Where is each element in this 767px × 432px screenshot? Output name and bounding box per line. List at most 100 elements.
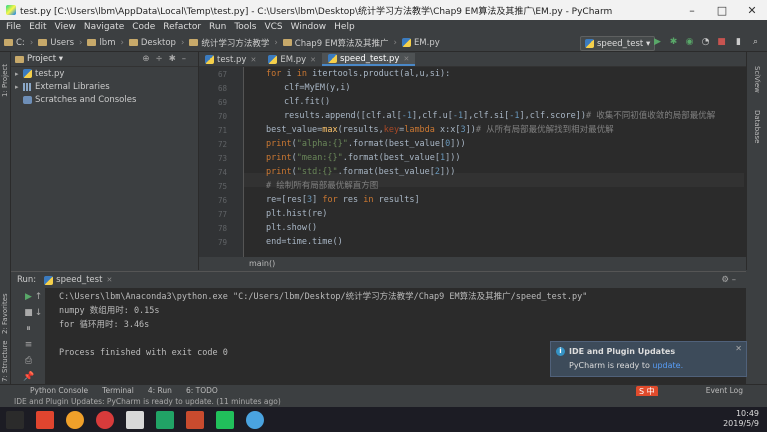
menu-code[interactable]: Code: [132, 22, 155, 32]
print-icon[interactable]: ⎙: [23, 356, 34, 367]
search-icon[interactable]: ⌕: [750, 37, 761, 48]
notification-title: IDE and Plugin Updates: [569, 347, 676, 356]
update-link[interactable]: update.: [652, 361, 683, 370]
crumb-user[interactable]: lbm: [87, 38, 115, 48]
code-line: re=[res[3] for res in results]: [266, 195, 420, 205]
run-config-select[interactable]: speed_test ▾: [580, 36, 656, 51]
tool-terminal[interactable]: Terminal: [102, 386, 134, 395]
taskbar-app-icon[interactable]: [246, 410, 264, 429]
favorites-tool-label[interactable]: 2: Favorites: [1, 293, 9, 334]
scroll-down-icon[interactable]: ↓: [33, 308, 44, 319]
minimize-button[interactable]: –: [677, 4, 707, 17]
console-line: Process finished with exit code 0: [59, 348, 228, 358]
menu-help[interactable]: Help: [334, 22, 355, 32]
menu-view[interactable]: View: [55, 22, 76, 32]
close-icon[interactable]: ✕: [735, 344, 742, 353]
project-tree: ▸ test.py ▸ External Libraries Scratches a…: [11, 67, 198, 106]
taskbar-app-icon[interactable]: [216, 410, 234, 429]
menu-navigate[interactable]: Navigate: [84, 22, 124, 32]
python-file-icon: [401, 38, 411, 47]
scroll-up-icon[interactable]: ↑: [33, 292, 44, 303]
close-tab-icon[interactable]: ✕: [310, 56, 316, 64]
close-button[interactable]: ✕: [737, 4, 767, 17]
tab-speed-test-py[interactable]: speed_test.py ✕: [322, 53, 416, 66]
taskbar-pycharm-icon[interactable]: [156, 410, 174, 429]
tool-run[interactable]: 4: Run: [148, 386, 172, 395]
line-number: 67: [217, 70, 227, 79]
pycharm-window: test.py [C:\Users\lbm\AppData\Local\Temp…: [0, 0, 767, 432]
system-clock[interactable]: 10:49 2019/5/9: [723, 409, 759, 429]
menu-vcs[interactable]: VCS: [264, 22, 282, 32]
crumb-desktop[interactable]: Desktop: [128, 38, 176, 48]
close-tab-icon[interactable]: ✕: [403, 55, 409, 63]
crumb-users[interactable]: Users: [38, 38, 74, 48]
menu-bar: File Edit View Navigate Code Refactor Ru…: [0, 20, 767, 34]
folder-icon: [128, 39, 138, 46]
scratches-icon: [23, 95, 32, 104]
vcs-icon[interactable]: ▮: [733, 37, 744, 48]
tab-test-py[interactable]: test.py ✕: [199, 53, 262, 66]
menu-tools[interactable]: Tools: [234, 22, 256, 32]
profile-icon[interactable]: ◔: [700, 37, 711, 48]
crumb-drive[interactable]: C:: [4, 38, 25, 48]
soft-wrap-icon[interactable]: ≡: [23, 340, 34, 351]
menu-refactor[interactable]: Refactor: [163, 22, 201, 32]
crumb-chapter[interactable]: Chap9 EM算法及其推广: [282, 37, 389, 49]
pin-icon[interactable]: 📌: [23, 372, 34, 383]
tool-python-console[interactable]: Python Console: [30, 386, 88, 395]
pause-icon[interactable]: ⏸: [23, 324, 34, 335]
tab-em-py[interactable]: EM.py ✕: [262, 53, 322, 66]
run-label: Run:: [17, 275, 37, 285]
line-number-gutter: 67 68 69 70 71 72 73 74 75 76 77 78 79: [199, 67, 244, 257]
project-tool-label[interactable]: 1: Project: [1, 64, 9, 97]
info-icon: i: [556, 347, 565, 356]
menu-file[interactable]: File: [6, 22, 21, 32]
coverage-icon[interactable]: ◉: [684, 37, 695, 48]
python-file-icon: [23, 69, 32, 78]
console-line: C:\Users\lbm\Anaconda3\python.exe "C:/Us…: [59, 292, 588, 302]
editor-breadcrumb[interactable]: main(): [199, 257, 746, 270]
line-number: 76: [217, 196, 227, 205]
code-line: results.append([clf.al[-1],clf.u[-1],clf…: [284, 111, 716, 121]
menu-run[interactable]: Run: [209, 22, 226, 32]
taskbar-app-icon[interactable]: [36, 410, 54, 429]
run-config-tab[interactable]: speed_test ✕: [44, 275, 112, 285]
crumb-course[interactable]: 统计学习方法教学: [189, 37, 269, 49]
console-line: numpy 数组用时: 0.15s: [59, 306, 160, 316]
tool-todo[interactable]: 6: TODO: [186, 386, 218, 395]
sciview-tool-label[interactable]: SciView: [753, 66, 761, 93]
structure-tool-label[interactable]: 7: Structure: [1, 340, 9, 382]
code-line: clf=MyEM(y,i): [284, 83, 351, 93]
menu-edit[interactable]: Edit: [29, 22, 46, 32]
left-tool-stripe: 1: Project 2: Favorites 7: Structure: [0, 52, 11, 384]
menu-window[interactable]: Window: [291, 22, 327, 32]
database-tool-label[interactable]: Database: [753, 110, 761, 143]
close-tab-icon[interactable]: ✕: [250, 56, 256, 64]
stop-icon[interactable]: ■: [716, 37, 727, 48]
tree-item-scratches[interactable]: Scratches and Consoles: [11, 93, 198, 106]
taskbar-app-icon[interactable]: [66, 410, 84, 429]
line-number: 78: [217, 224, 227, 233]
console-output[interactable]: C:\Users\lbm\Anaconda3\python.exe "C:/Us…: [59, 290, 587, 360]
status-text: IDE and Plugin Updates: PyCharm is ready…: [14, 397, 281, 406]
python-file-icon: [44, 275, 54, 285]
event-log[interactable]: Event Log: [706, 386, 743, 395]
debug-icon[interactable]: ✱: [668, 37, 679, 48]
folder-icon: [87, 39, 97, 46]
crumb-file[interactable]: EM.py: [401, 38, 440, 48]
code-area[interactable]: for i in itertools.product(al,u,si): clf…: [244, 67, 744, 257]
taskbar-app-icon[interactable]: [186, 410, 204, 429]
settings-icon[interactable]: ⚙ –: [721, 275, 736, 285]
project-header: Project ▾ ⊕÷✱–: [11, 52, 198, 67]
code-line: clf.fit(): [284, 97, 331, 107]
taskbar-chrome-icon[interactable]: [96, 410, 114, 429]
project-panel-tools-icon[interactable]: ⊕÷✱–: [142, 54, 192, 64]
tree-item-test-py[interactable]: ▸ test.py: [11, 67, 198, 80]
maximize-button[interactable]: □: [707, 4, 737, 17]
project-view-select[interactable]: Project ▾: [27, 54, 63, 64]
tree-item-external-libraries[interactable]: ▸ External Libraries: [11, 80, 198, 93]
taskbar-app-icon[interactable]: [126, 410, 144, 429]
run-icon[interactable]: ▶: [652, 37, 663, 48]
start-icon[interactable]: [6, 410, 24, 429]
